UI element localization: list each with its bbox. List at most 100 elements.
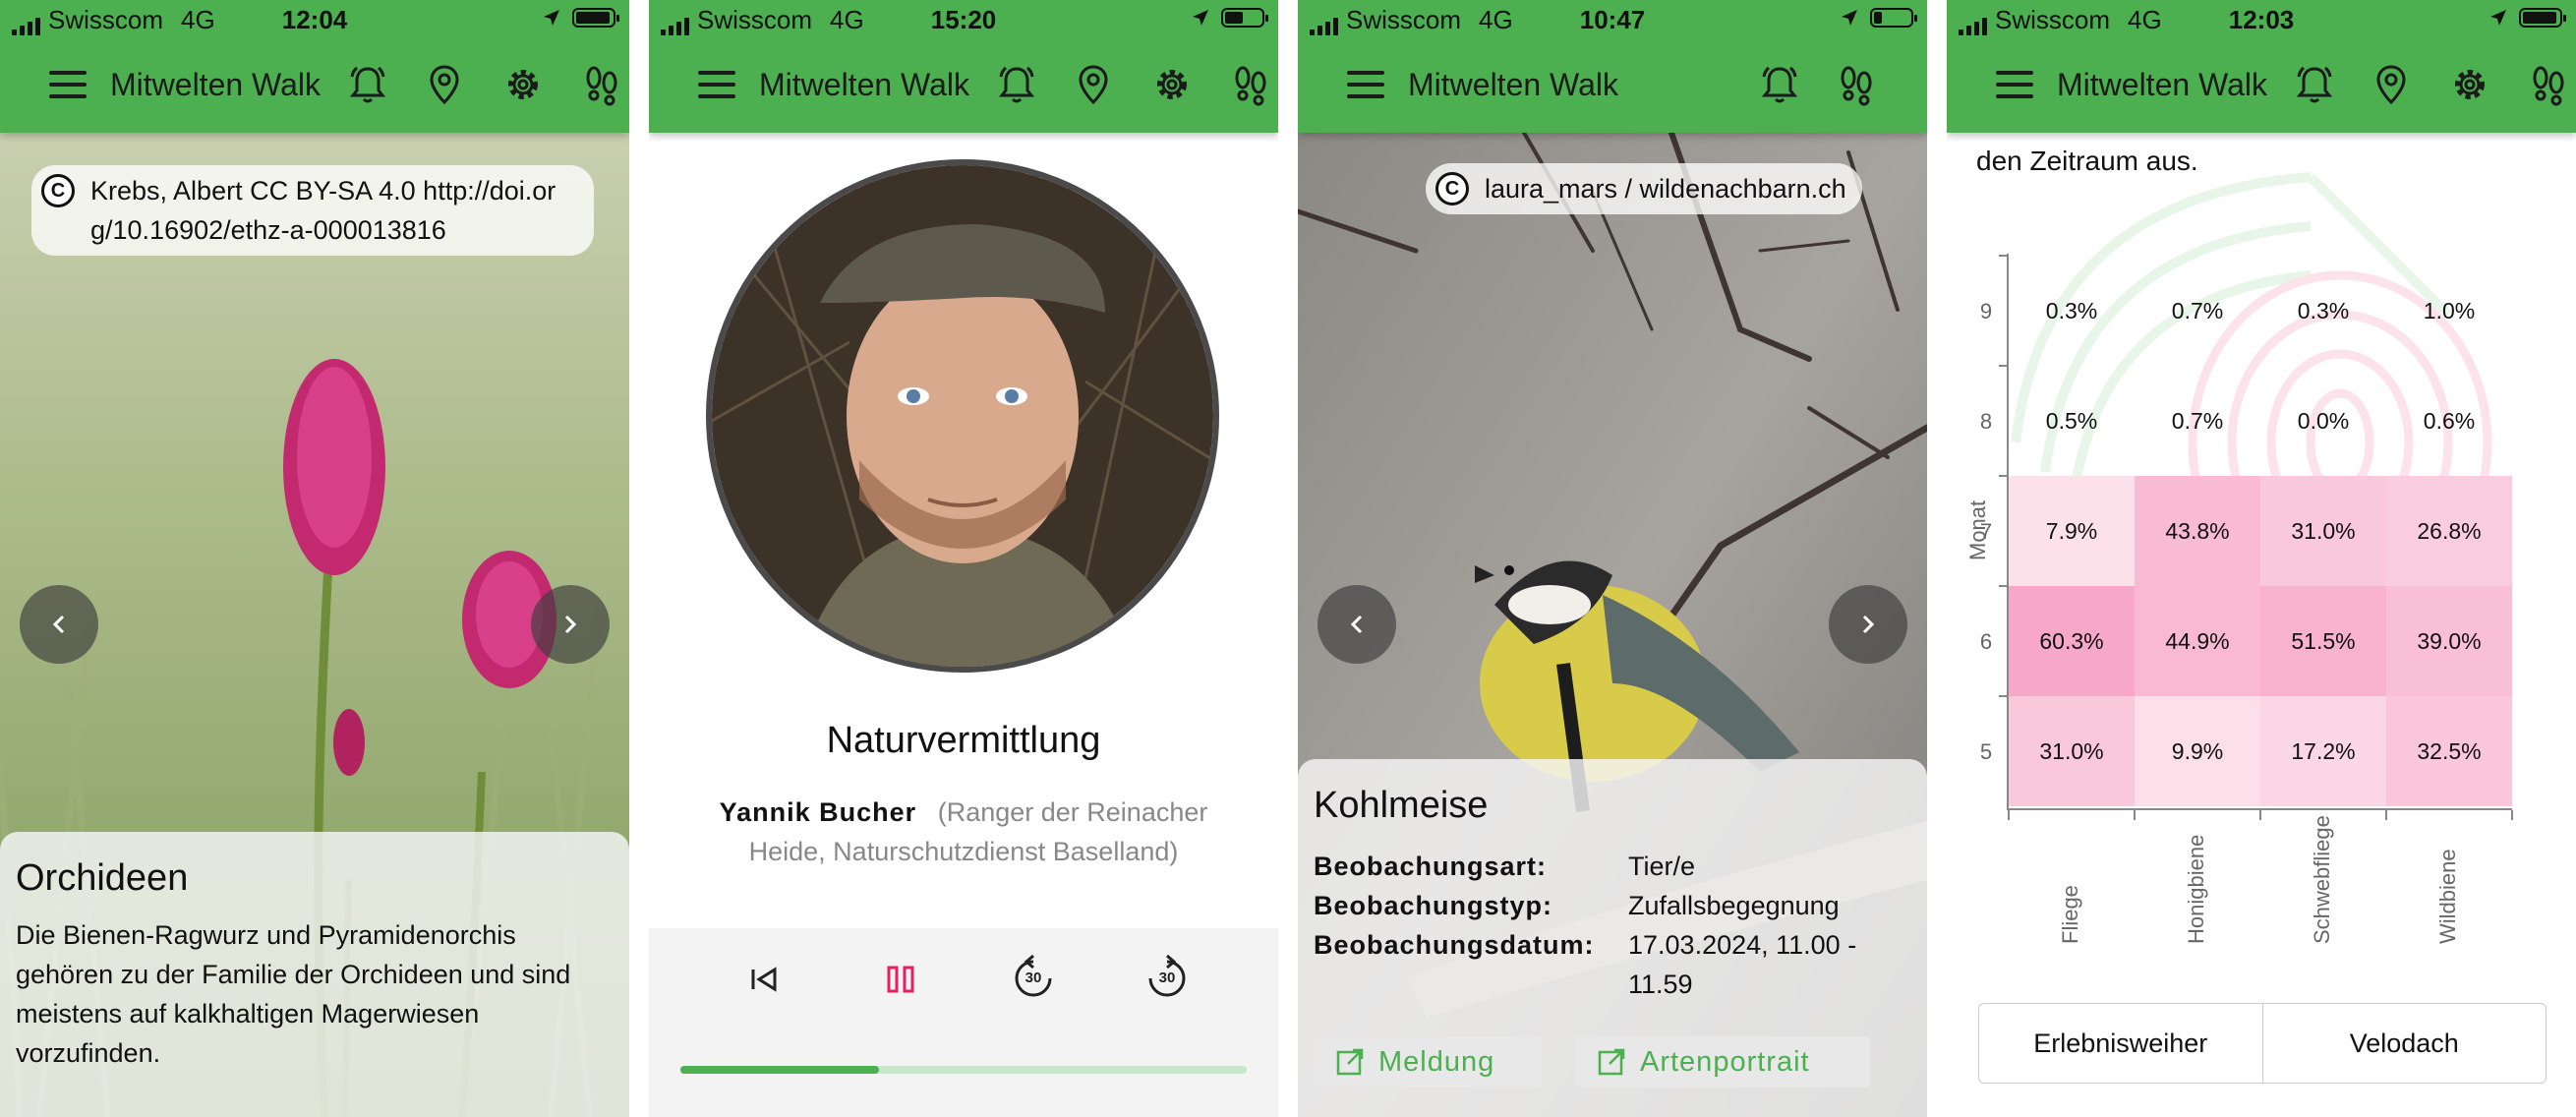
heatmap-cell: 31.0% [2260,476,2386,586]
menu-icon[interactable] [1347,71,1384,100]
heatmap-chart: Monat 9 0.3% 0.7% 0.3% 1.0% 8 0.5% 0.7% 0.0% 0.6%… [1947,0,2576,983]
observation-title: Kohlmeise [1314,785,1489,826]
section-title: Naturvermittlung [826,720,1101,761]
progress-track[interactable] [680,1066,1247,1074]
menu-icon[interactable] [698,71,735,100]
observation-kind-label: Beobachungstyp: [1314,891,1553,920]
footprints-icon[interactable] [1227,61,1274,108]
phone-screen-observation: Swisscom 4G 10:47 Mitwelten Walk C laura… [1298,0,1927,1117]
gear-icon[interactable] [499,61,547,108]
footprints-icon[interactable] [2525,61,2572,108]
heatmap-cell: 32.5% [2386,696,2512,806]
status-bar: Swisscom 4G 10:47 [1298,0,1927,39]
menu-icon[interactable] [49,71,87,100]
battery-icon [572,8,619,28]
previous-image-button[interactable] [1317,585,1396,664]
footprints-icon[interactable] [578,61,625,108]
tab-erlebnisweiher[interactable]: Erlebnisweiher [1979,1004,2263,1083]
location-arrow-icon [544,10,559,26]
battery-icon [2519,8,2566,28]
open-external-icon [1598,1048,1625,1076]
app-header: Swisscom 4G 12:03 Mitwelten Walk [1947,0,2576,133]
status-bar: Swisscom 4G 12:03 [1947,0,2576,39]
y-tick [1999,365,2009,367]
next-image-button[interactable] [531,585,610,664]
chevron-right-icon [564,615,577,634]
x-tick [2385,810,2387,820]
battery-icon [1221,8,1268,28]
heatmap-cell: 26.8% [2386,476,2512,586]
open-external-icon [1336,1048,1364,1076]
y-tick-label: 5 [1979,739,1993,764]
app-header: Swisscom 4G 15:20 Mitwelten Walk [649,0,1278,133]
heatmap-cell: 0.6% [2423,408,2476,434]
observation-date-label: Beobachungsdatum: [1314,930,1595,960]
heatmap-cell: 0.5% [2045,408,2098,434]
heatmap-cell: 43.8% [2135,476,2260,586]
species-portrait-label: Artenportrait [1640,1045,1810,1078]
heatmap-cell: 44.9% [2135,586,2260,696]
heatmap-cell: 1.0% [2423,298,2476,323]
bell-icon[interactable] [2291,61,2338,108]
gear-icon[interactable] [2446,61,2493,108]
forward-30-icon[interactable]: 30 [1142,954,1192,1003]
status-bar: Swisscom 4G 15:20 [649,0,1278,39]
app-header: Swisscom 4G 10:47 Mitwelten Walk [1298,0,1927,133]
forward-seconds: 30 [1158,970,1176,986]
app-header: Swisscom 4G 12:04 Mitwelten Walk [0,0,629,133]
species-info-panel: Orchideen Die Bienen-Ragwurz und Pyramid… [0,832,629,1117]
previous-image-button[interactable] [20,585,98,664]
location-pin-icon[interactable] [2368,61,2415,108]
y-tick [1999,585,2009,587]
battery-icon [1870,8,1917,28]
pause-icon[interactable] [879,958,922,1001]
speaker-name: Yannik Bucher [719,797,917,827]
location-tabs: Erlebnisweiher Velodach [1978,1003,2547,1084]
x-tick-label: Honigbiene [2184,834,2208,944]
heatmap-cell: 60.3% [2009,586,2135,696]
heatmap-cell: 39.0% [2386,586,2512,696]
species-portrait-button[interactable]: Artenportrait [1575,1036,1870,1088]
bell-icon[interactable] [344,61,391,108]
location-arrow-icon [1193,10,1208,26]
menu-icon[interactable] [1996,71,2033,100]
phone-screen-orchids: Swisscom 4G 12:04 Mitwelten Walk C Krebs… [0,0,629,1117]
status-time: 10:47 [1579,5,1646,34]
app-title: Mitwelten Walk [2057,67,2267,102]
y-tick [1999,695,2009,697]
phone-screen-audio: Swisscom 4G 15:20 Mitwelten Walk Naturve… [649,0,1278,1117]
skip-previous-icon[interactable] [743,958,787,1001]
footprints-icon[interactable] [1833,61,1880,108]
bell-icon[interactable] [1756,61,1803,108]
tab-velodach[interactable]: Velodach [2263,1004,2547,1083]
x-tick [2259,810,2261,820]
speaker-portrait [706,159,1219,673]
y-tick-label: 9 [1979,299,1993,323]
location-pin-icon[interactable] [1070,61,1117,108]
bell-icon[interactable] [993,61,1040,108]
heatmap-cell: 0.3% [2297,298,2350,323]
observation-kind-value: Zufallsbegegnung [1628,891,1840,920]
next-image-button[interactable] [1829,585,1907,664]
status-bar: Swisscom 4G 12:04 [0,0,629,39]
species-description: Die Bienen-Ragwurz und Pyramidenorchis g… [16,920,571,1068]
chevron-left-icon [52,615,65,634]
heatmap-cell: 0.0% [2297,408,2350,434]
gear-icon[interactable] [1148,61,1196,108]
x-tick-label: Schwebfliege [2310,815,2334,944]
heatmap-cell: 31.0% [2009,696,2135,806]
y-tick-label: 8 [1979,409,1993,434]
status-time: 12:04 [281,5,348,34]
y-tick [1999,475,2009,477]
replay-30-icon[interactable]: 30 [1009,954,1058,1003]
audio-player: 30 30 [649,928,1278,1117]
observation-type-label: Beobachungsart: [1314,852,1548,881]
location-pin-icon[interactable] [421,61,468,108]
report-label: Meldung [1378,1045,1495,1078]
y-tick-label: 7 [1979,519,1993,544]
report-button[interactable]: Meldung [1314,1036,1542,1088]
location-arrow-icon [2490,10,2506,26]
y-tick [1999,255,2009,257]
heatmap-cell: 7.9% [2009,476,2135,586]
species-title: Orchideen [16,857,189,899]
